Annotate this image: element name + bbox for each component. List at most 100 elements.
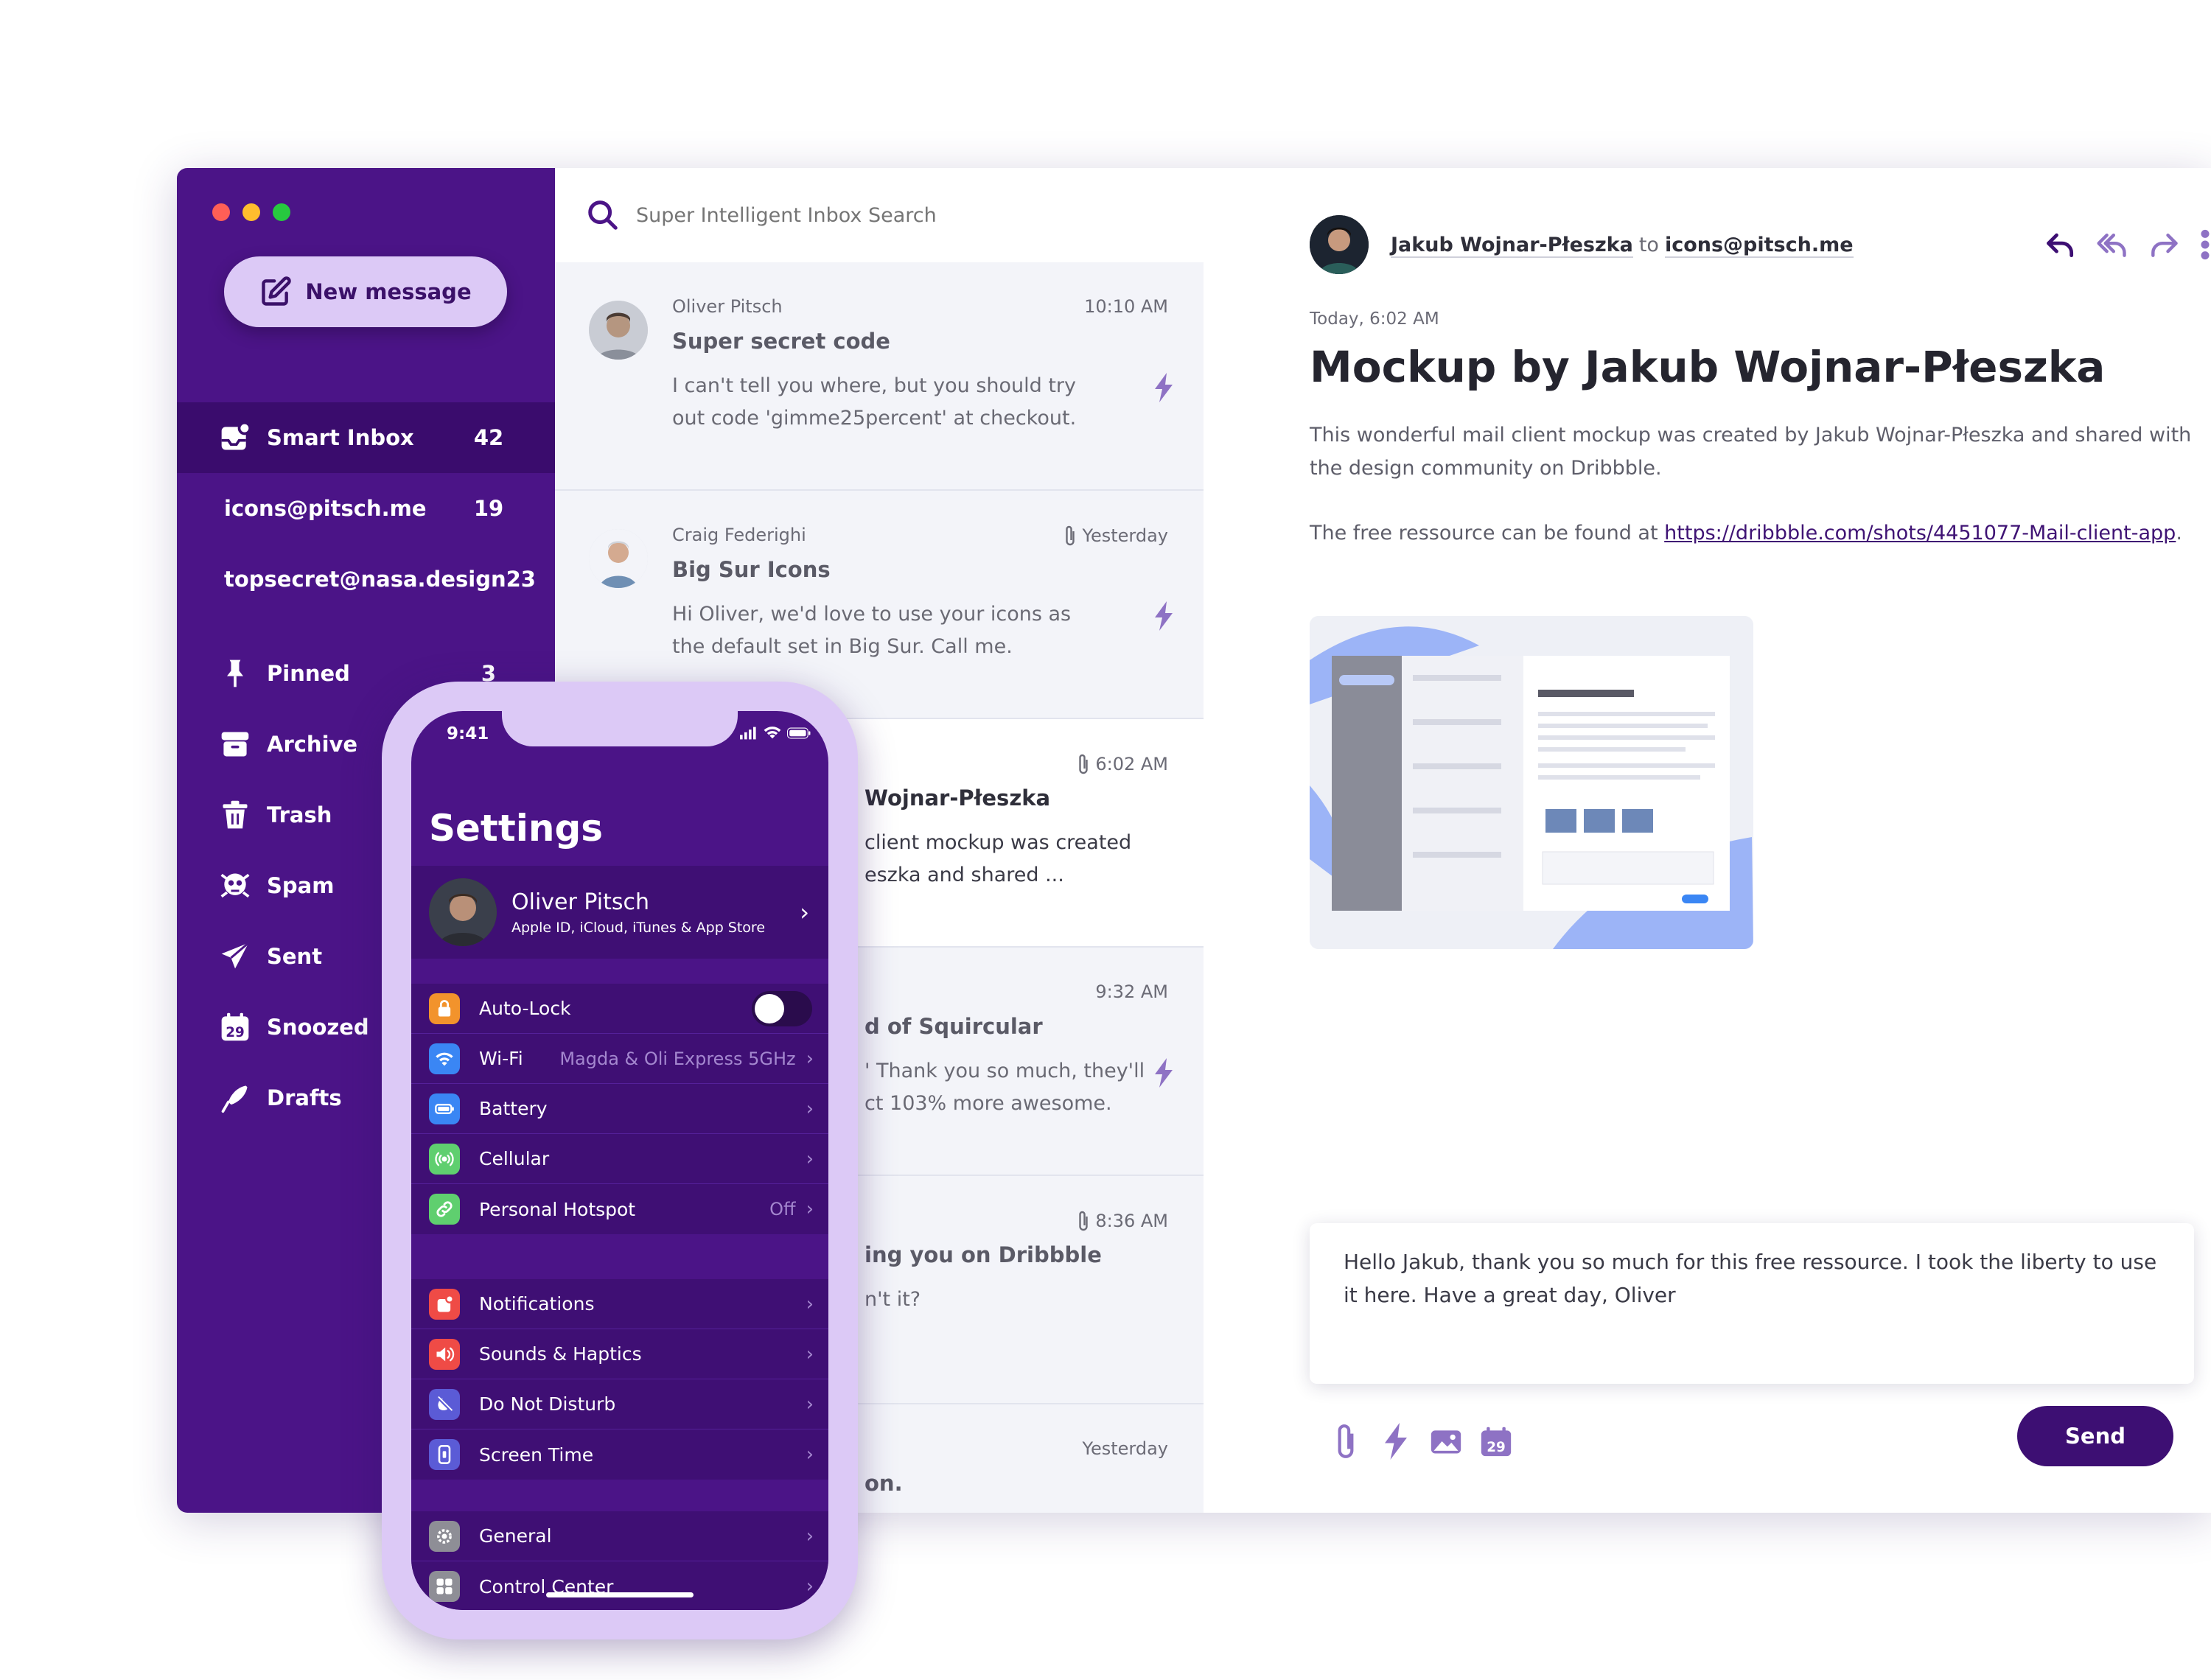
schedule-button[interactable]: 29	[1479, 1421, 1513, 1462]
avatar	[589, 529, 648, 588]
pin-icon	[218, 657, 252, 690]
setting-battery[interactable]: Battery ›	[411, 1084, 828, 1134]
hotspot-icon	[429, 1194, 460, 1225]
search-input[interactable]	[636, 203, 1152, 227]
bolt-icon[interactable]	[1153, 601, 1174, 631]
setting-personal-hotspot[interactable]: Personal Hotspot Off ›	[411, 1184, 828, 1234]
dribbble-link[interactable]: https://dribbble.com/shots/4451077-Mail-…	[1664, 522, 2176, 545]
mail-preview: ' Thank you so much, they'll ct 103% mor…	[865, 1060, 1145, 1115]
settings-group: Auto-Lock Wi-Fi Magda & Oli Express 5GHz…	[411, 984, 828, 1234]
avatar	[429, 878, 497, 946]
reply-all-icon[interactable]	[2096, 228, 2128, 261]
reply-field[interactable]: Hello Jakub, thank you so much for this …	[1310, 1223, 2194, 1384]
message-header: Jakub Wojnar-Płeszka to icons@pitsch.me	[1310, 215, 1854, 274]
message-paragraph: This wonderful mail client mockup was cr…	[1310, 424, 2192, 480]
message-date: Today, 6:02 AM	[1310, 309, 1439, 329]
insert-image-button[interactable]	[1429, 1421, 1463, 1462]
svg-text:29: 29	[1487, 1440, 1506, 1455]
sidebar-item-label: icons@pitsch.me	[224, 496, 427, 521]
auto-lock-toggle[interactable]	[752, 990, 812, 1026]
cellular-icon	[429, 1143, 460, 1175]
setting-cellular[interactable]: Cellular ›	[411, 1134, 828, 1184]
compose-toolbar: 29	[1329, 1421, 1513, 1462]
chevron-right-icon: ›	[806, 1443, 814, 1466]
search-bar	[555, 168, 1204, 262]
hourglass-icon	[429, 1439, 460, 1470]
apple-id-row[interactable]: Oliver Pitsch Apple ID, iCloud, iTunes &…	[411, 866, 828, 959]
to-label: to	[1638, 233, 1659, 256]
sender-line: Jakub Wojnar-Płeszka to icons@pitsch.me	[1391, 233, 1854, 258]
chevron-right-icon: ›	[806, 1198, 814, 1220]
drafts-icon	[218, 1081, 252, 1115]
sidebar-item-topsecret-account[interactable]: topsecret@nasa.design 23	[177, 544, 555, 615]
image-icon	[1431, 1430, 1461, 1454]
setting-auto-lock[interactable]: Auto-Lock	[411, 984, 828, 1034]
send-button[interactable]: Send	[2017, 1406, 2173, 1466]
sidebar-item-icons-account[interactable]: icons@pitsch.me 19	[177, 473, 555, 544]
spam-icon	[218, 869, 252, 903]
sender-name[interactable]: Jakub Wojnar-Płeszka	[1391, 233, 1633, 258]
zoom-window-button[interactable]	[273, 203, 290, 221]
mail-subject: Wojnar-Płeszka	[865, 785, 1051, 811]
recipient-address[interactable]: icons@pitsch.me	[1664, 233, 1854, 258]
forward-icon[interactable]	[2148, 228, 2180, 261]
mail-subject: Super secret code	[672, 329, 890, 354]
new-message-button[interactable]: New message	[224, 256, 507, 327]
sidebar-item-label: topsecret@nasa.design	[224, 567, 506, 592]
mail-preview: Hi Oliver, we'd love to use your icons a…	[672, 603, 1072, 658]
calendar-icon: 29	[1481, 1427, 1512, 1457]
setting-label: Do Not Disturb	[479, 1393, 616, 1415]
attach-button[interactable]	[1329, 1421, 1363, 1462]
more-options-icon[interactable]	[2199, 228, 2211, 261]
quick-action-button[interactable]	[1379, 1421, 1413, 1462]
wifi-status-icon	[764, 727, 781, 739]
home-indicator[interactable]	[546, 1592, 694, 1597]
mail-time-label: 8:36 AM	[1095, 1211, 1168, 1231]
setting-label: Notifications	[479, 1293, 595, 1315]
new-message-label: New message	[305, 279, 472, 304]
apple-id-text: Oliver Pitsch Apple ID, iCloud, iTunes &…	[511, 889, 765, 936]
attachment-image[interactable]	[1310, 616, 1753, 949]
setting-label: Battery	[479, 1098, 548, 1119]
setting-general[interactable]: General ›	[411, 1511, 828, 1561]
gear-icon	[429, 1520, 460, 1552]
message-body: This wonderful mail client mockup was cr…	[1310, 419, 2194, 581]
chevron-right-icon: ›	[806, 1393, 814, 1415]
bolt-icon	[1385, 1423, 1407, 1460]
avatar	[1310, 215, 1369, 274]
setting-notifications[interactable]: Notifications ›	[411, 1279, 828, 1329]
chevron-right-icon: ›	[806, 1575, 814, 1597]
setting-value: Off	[769, 1199, 796, 1219]
status-time: 9:41	[447, 724, 489, 743]
attachment-icon	[1079, 754, 1089, 774]
avatar	[589, 301, 648, 360]
setting-wifi[interactable]: Wi-Fi Magda & Oli Express 5GHz ›	[411, 1034, 828, 1084]
phone-notch	[502, 711, 738, 746]
signal-icon	[740, 727, 756, 740]
mail-list-item[interactable]: Oliver Pitsch 10:10 AM Super secret code…	[555, 262, 1204, 491]
mail-time: Yesterday	[1082, 1438, 1168, 1459]
sidebar-item-count: 23	[506, 567, 536, 592]
message-actions	[2044, 228, 2211, 261]
compose-icon	[262, 276, 292, 306]
phone-mockup: 9:41 Settings Oliver Pitsch Apple ID, iC…	[382, 682, 858, 1639]
chevron-right-icon: ›	[806, 1047, 814, 1070]
bolt-icon[interactable]	[1153, 373, 1174, 402]
setting-screen-time[interactable]: Screen Time ›	[411, 1429, 828, 1480]
bolt-icon[interactable]	[1153, 1058, 1174, 1088]
setting-sounds-haptics[interactable]: Sounds & Haptics ›	[411, 1329, 828, 1379]
mail-sender: Oliver Pitsch	[672, 296, 783, 317]
settings-group: Notifications › Sounds & Haptics › Do No…	[411, 1279, 828, 1480]
setting-do-not-disturb[interactable]: Do Not Disturb ›	[411, 1379, 828, 1429]
reply-icon[interactable]	[2044, 228, 2077, 261]
sidebar-item-count: 42	[473, 425, 504, 450]
minimize-window-button[interactable]	[242, 203, 260, 221]
window-controls	[212, 203, 290, 221]
paragraph-text: .	[2176, 522, 2182, 545]
mail-time: 9:32 AM	[1095, 981, 1168, 1002]
setting-label: Wi-Fi	[479, 1048, 523, 1069]
sidebar-item-label: Pinned	[267, 661, 350, 686]
sidebar-item-smart-inbox[interactable]: Smart Inbox 42	[177, 402, 555, 473]
setting-control-center[interactable]: Control Center ›	[411, 1561, 828, 1610]
close-window-button[interactable]	[212, 203, 230, 221]
